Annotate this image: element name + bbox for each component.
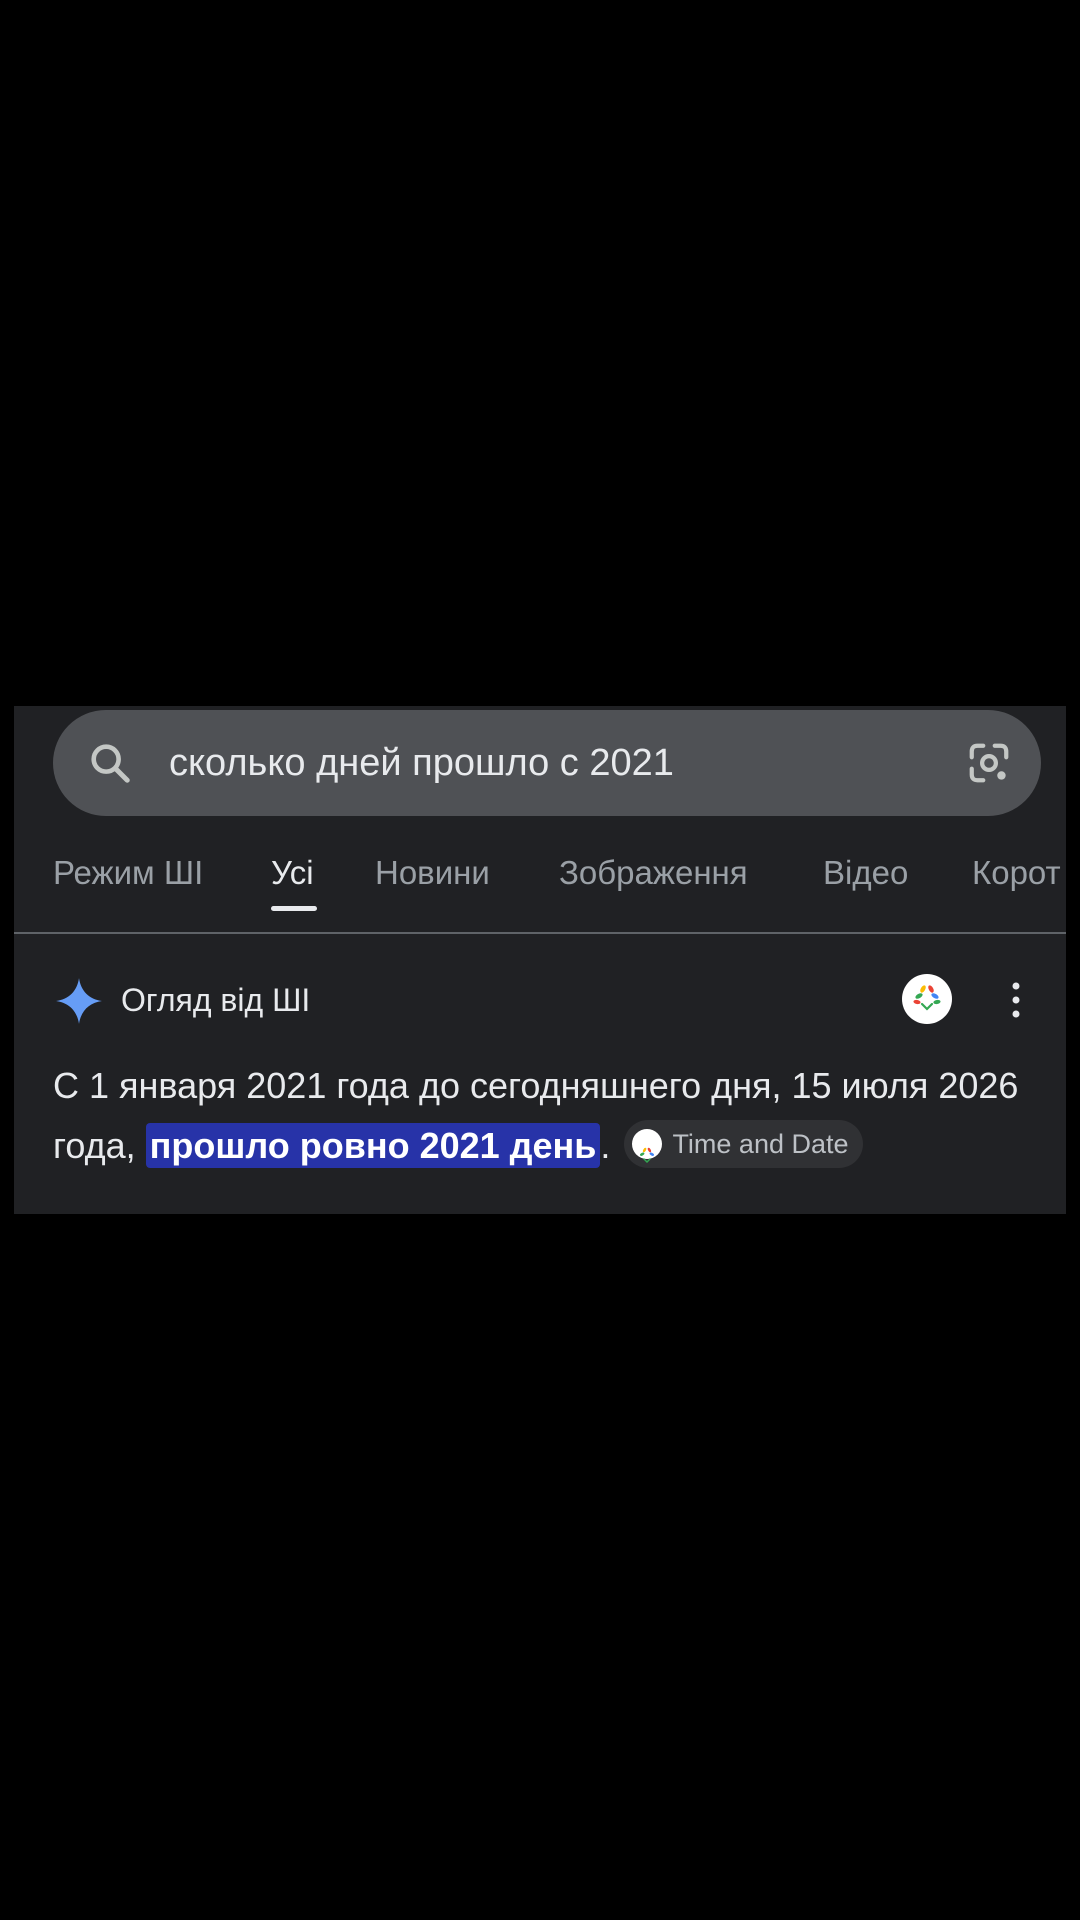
tab-images[interactable]: Зображення <box>559 854 748 892</box>
search-icon[interactable] <box>87 740 133 786</box>
source-chip-logo-icon <box>632 1129 663 1164</box>
tab-shorts[interactable]: Корот <box>972 854 1061 892</box>
more-vert-icon[interactable] <box>1010 980 1022 1020</box>
answer-end: . <box>600 1125 611 1166</box>
search-tabs: Режим ШІ Усі Новини Зображення Відео Кор… <box>14 816 1066 934</box>
ai-overview-answer: С 1 января 2021 года до сегодняшнего дня… <box>53 1056 1043 1176</box>
tab-videos[interactable]: Відео <box>823 854 908 892</box>
tab-ai-mode[interactable]: Режим ШІ <box>53 854 203 892</box>
ai-overview-title: Огляд від ШІ <box>121 982 311 1018</box>
source-chip[interactable]: Time and Date <box>624 1120 863 1169</box>
ai-overview-header: Огляд від ШІ <box>14 970 1066 1030</box>
search-results-panel: сколько дней прошло с 2021 Режим ШІ Усі … <box>14 706 1066 1214</box>
tab-all[interactable]: Усі <box>271 854 314 892</box>
source-chip-label: Time and Date <box>672 1129 849 1160</box>
sparkle-icon <box>56 978 102 1024</box>
active-tab-indicator <box>271 906 317 911</box>
source-logo-icon[interactable] <box>902 974 952 1024</box>
answer-highlight: прошло ровно 2021 день <box>145 1123 601 1168</box>
tabs-divider <box>14 932 1066 934</box>
tab-news[interactable]: Новини <box>375 854 490 892</box>
google-lens-icon[interactable] <box>965 740 1013 786</box>
search-bar[interactable]: сколько дней прошло с 2021 <box>53 710 1041 816</box>
search-input[interactable]: сколько дней прошло с 2021 <box>169 710 674 816</box>
